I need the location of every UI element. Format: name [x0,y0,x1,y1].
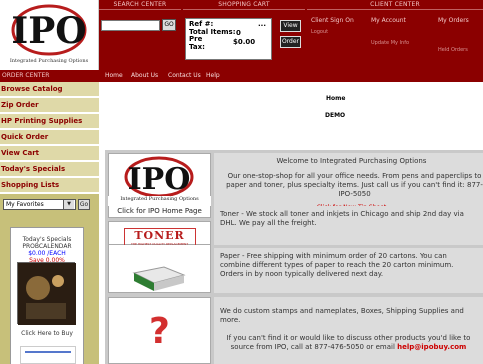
special-product-image[interactable] [17,262,76,325]
my-account-link[interactable]: My Account [371,17,406,25]
nav-help[interactable]: Help [206,70,220,82]
divider [99,9,181,10]
sidebar-item-view-cart[interactable]: View Cart [0,146,99,162]
sidebar-item-hp-printing[interactable]: HP Printing Supplies [0,114,99,130]
my-orders-link[interactable]: My Orders [438,17,469,25]
question-mark-icon: ? [149,311,170,352]
update-info-link[interactable]: Update My Info [371,40,409,46]
view-cart-button[interactable]: View [280,20,301,32]
search-input[interactable] [101,20,160,31]
sidebar-item-todays-specials[interactable]: Today's Specials [0,162,99,178]
sidebar-item-browse-catalog[interactable]: Browse Catalog [0,82,99,98]
logout-link[interactable]: Logout [311,29,328,35]
tax-label: Tax: [189,42,205,51]
order-center-header: ORDER CENTER [0,70,99,82]
special-cta[interactable]: Click Here to Buy [10,330,84,337]
home-page-link[interactable]: Click for IPO Home Page [108,206,211,218]
toner-logo[interactable]: TONER THE HIGHEST QUALITY REPLACEMENT TO… [108,221,211,256]
favorites-go-button[interactable]: Go [78,199,90,210]
toner-text: Toner - We stock all toner and inkjets i… [220,210,464,227]
search-go-button[interactable]: GO [162,19,176,31]
paper-panel: Paper - Free shipping with minimum order… [214,248,483,293]
special-price: $0.00 /EACH [28,250,66,257]
logo-area[interactable]: IPO Integrated Purchasing Options [0,0,99,70]
divider [307,9,483,10]
search-center-header: SEARCH CENTER [113,1,167,8]
intro-text: Our one-stop-shop for all your office ne… [226,172,483,198]
logo-caption: Integrated Purchasing Options [108,196,211,206]
page-title: Home [326,95,346,102]
divider [183,9,305,10]
nav-about-us[interactable]: About Us [131,70,158,82]
sidebar-item-shopping-lists[interactable]: Shopping Lists [0,178,99,194]
special-code: PROBCALENDAR [22,243,72,250]
calendar-image [18,263,76,325]
paper-box-icon [132,266,186,291]
nav-home[interactable]: Home [105,70,123,82]
top-bar [99,0,483,70]
total-items-value: 0 [236,29,241,37]
sidebar-thumbnail[interactable] [20,346,76,364]
sidebar-item-quick-order[interactable]: Quick Order [0,130,99,146]
demo-label: DEMO [325,112,346,119]
paper-image[interactable] [108,245,211,293]
logo-letters: IPO [11,10,86,52]
custom-panel: We do custom stamps and nameplates, Boxe… [214,297,483,364]
nav-contact-us[interactable]: Contact Us [168,70,201,82]
sidebar-item-zip-order[interactable]: Zip Order [0,98,99,114]
pre-tax-value: $0.00 [233,38,256,46]
client-center-header: CLIENT CENTER [370,1,420,8]
ipo-home-logo[interactable]: IPO [108,153,211,202]
client-sign-on-link[interactable]: Client Sign On [311,17,354,25]
svg-text:IPO: IPO [128,162,191,197]
email-link[interactable]: help@ipobuy.com [397,343,466,351]
logo-caption: Integrated Purchasing Options [10,58,89,64]
toner-panel: Toner - We stock all toner and inkjets i… [214,206,483,245]
shopping-cart-header: SHOPPING CART [218,1,270,8]
paper-text: Paper - Free shipping with minimum order… [220,252,454,278]
ref-value: ... [258,20,266,28]
ipo-logo: IPO Integrated Purchasing Options [10,4,89,64]
chevron-down-icon[interactable]: ▼ [63,200,74,209]
cart-summary: Ref #: ... Total Items: Pre Tax: 0 $0.00 [185,18,272,60]
order-button[interactable]: Order [280,36,301,48]
welcome-heading: Welcome to Integrated Purchasing Options [276,157,427,165]
special-title: Today's Specials [22,236,72,243]
question-image[interactable]: ? [108,297,211,364]
held-orders-link[interactable]: Held Orders [438,47,468,53]
custom-text: We do custom stamps and nameplates, Boxe… [220,307,464,324]
